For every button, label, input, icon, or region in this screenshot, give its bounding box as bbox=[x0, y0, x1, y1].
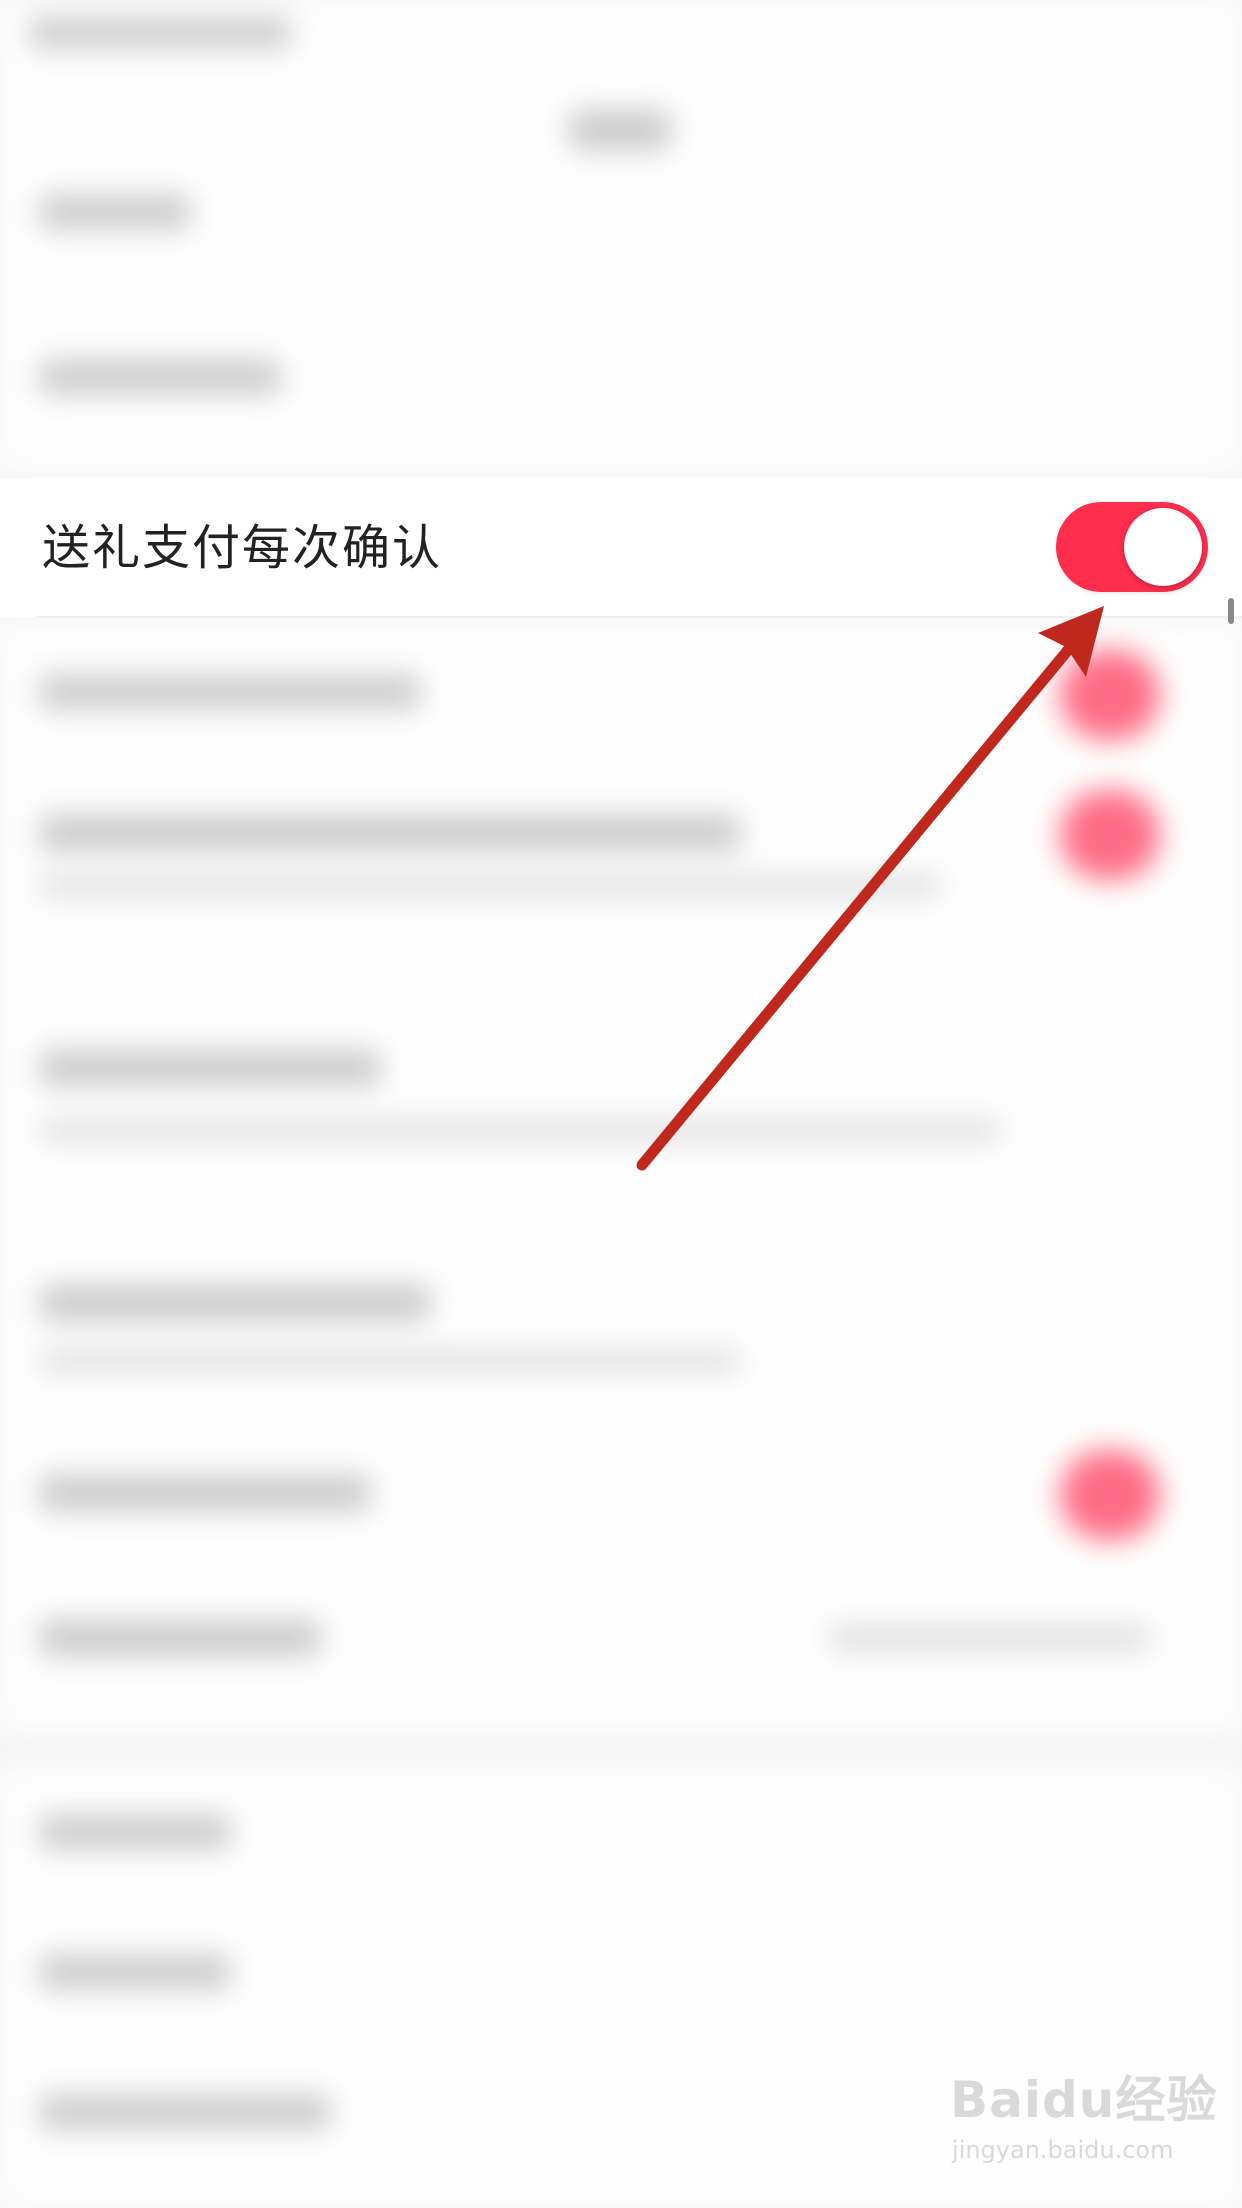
blurred-row bbox=[40, 1620, 320, 1656]
blurred-header-section bbox=[0, 0, 1242, 470]
blurred-row-sub bbox=[40, 1120, 1000, 1142]
blurred-row bbox=[40, 1955, 230, 1989]
blurred-toggle bbox=[1060, 650, 1160, 740]
blurred-list-section bbox=[0, 620, 1242, 1730]
blurred-row bbox=[40, 2095, 330, 2129]
row-divider bbox=[36, 616, 1242, 618]
blurred-row bbox=[40, 815, 740, 851]
blurred-row bbox=[40, 1475, 370, 1511]
blurred-row bbox=[40, 1285, 430, 1321]
blurred-row bbox=[40, 1050, 380, 1086]
blurred-toggle bbox=[1060, 790, 1160, 880]
blurred-row bbox=[40, 360, 280, 394]
blurred-title bbox=[570, 110, 670, 150]
blurred-row-sub bbox=[40, 1350, 740, 1372]
blurred-status-bar bbox=[30, 18, 290, 48]
toggle-knob bbox=[1124, 508, 1202, 586]
setting-row-gift-payment-confirm: 送礼支付每次确认 bbox=[0, 478, 1242, 618]
blurred-row-value bbox=[830, 1625, 1150, 1651]
blurred-row bbox=[40, 675, 420, 709]
blurred-background bbox=[0, 0, 1242, 2208]
setting-label: 送礼支付每次确认 bbox=[42, 520, 443, 576]
scrollbar[interactable] bbox=[1228, 598, 1234, 624]
settings-screen: 送礼支付每次确认 Baidu经验 jingyan.baidu.com bbox=[0, 0, 1242, 2208]
blurred-row bbox=[40, 195, 190, 229]
blurred-row-sub bbox=[40, 875, 940, 897]
blurred-row bbox=[40, 1815, 230, 1849]
blurred-toggle bbox=[1060, 1450, 1160, 1540]
gift-payment-confirm-toggle[interactable] bbox=[1056, 502, 1208, 592]
